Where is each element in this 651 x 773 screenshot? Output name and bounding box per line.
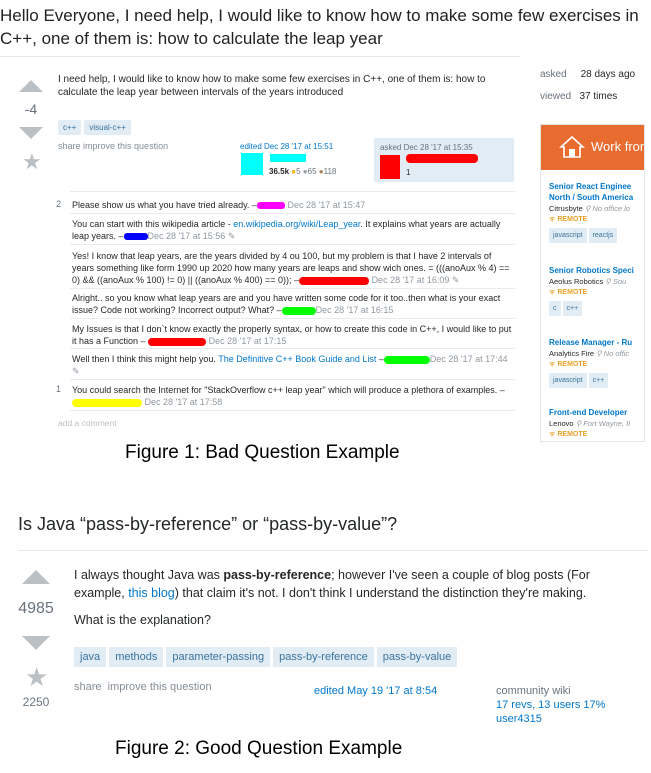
job-listing[interactable]: Senior Robotics Speci Aeolus Robotics ⚲ … <box>549 265 644 316</box>
comment-divider <box>70 379 515 380</box>
favorite-star-icon[interactable]: ★ <box>22 151 42 173</box>
tag[interactable]: parameter-passing <box>166 647 271 667</box>
comment-votes: 2 <box>56 199 62 209</box>
comment-divider <box>70 213 515 214</box>
question-title[interactable]: Is Java “pass-by-reference” or “pass-by-… <box>18 514 397 535</box>
question-body-question: What is the explanation? <box>74 613 211 627</box>
tag[interactable]: visual-c++ <box>84 120 131 135</box>
avatar[interactable] <box>380 155 400 179</box>
comment-divider <box>70 244 515 245</box>
share-link[interactable]: share <box>58 141 81 151</box>
favorite-count: 2250 <box>22 695 50 709</box>
post-menu: share improve this question <box>58 141 168 151</box>
asker-reputation: 1 <box>406 168 411 177</box>
comment: Yes! I know that leap years, are the yea… <box>72 251 510 285</box>
jobs-header[interactable]: Work from <box>541 125 644 170</box>
edited-link[interactable]: edited Dec 28 '17 at 15:51 <box>240 142 333 151</box>
divider <box>0 56 520 57</box>
comment: You can start with this wikipedia articl… <box>72 219 501 241</box>
redacted-username <box>406 154 478 163</box>
comment: Please show us what you have tried alrea… <box>72 200 366 210</box>
revisions-link[interactable]: 17 revs, 13 users 17% <box>496 699 605 711</box>
asker-card: asked Dec 28 '17 at 15:35 1 <box>374 138 514 182</box>
viewed-stat: viewed 37 times <box>540 91 618 102</box>
vote-down-icon[interactable] <box>19 127 43 139</box>
tag[interactable]: pass-by-reference <box>273 647 374 667</box>
question-tags: c++ visual-c++ <box>58 117 134 135</box>
add-comment-link[interactable]: add a comment <box>58 418 117 428</box>
vote-count: -4 <box>24 101 38 117</box>
redacted-username <box>270 154 306 162</box>
vote-count: 4985 <box>18 600 54 617</box>
editor-reputation: 36.5k ●5 ●65 ●118 <box>269 167 337 176</box>
improve-question-link[interactable]: improve this question <box>108 681 212 693</box>
tag[interactable]: methods <box>109 647 164 667</box>
comment-divider <box>70 191 515 192</box>
job-tag[interactable]: c++ <box>562 301 583 316</box>
comment-divider <box>70 288 515 289</box>
blog-link[interactable]: this blog <box>128 586 175 600</box>
tag[interactable]: java <box>74 647 107 667</box>
job-tag[interactable]: reactjs <box>588 228 618 243</box>
question-body: I always thought Java was pass-by-refere… <box>74 568 590 600</box>
job-tag[interactable]: c++ <box>588 373 609 388</box>
comment-link[interactable]: en.wikipedia.org/wiki/Leap_year <box>233 219 360 229</box>
comment-divider <box>70 318 515 319</box>
comment-divider <box>70 348 515 349</box>
question-title[interactable]: Hello Everyone, I need help, I would lik… <box>0 4 645 50</box>
question-tags: java methods parameter-passing pass-by-refe… <box>74 647 460 667</box>
job-listing[interactable]: Front-end Developer Lenovo ⚲ Fort Wayne,… <box>549 407 644 440</box>
job-listing[interactable]: Release Manager - Ru Analytics Fire ⚲ No… <box>549 337 644 388</box>
tag[interactable]: c++ <box>58 120 82 135</box>
user-link[interactable]: user4315 <box>496 713 542 725</box>
vote-up-icon[interactable] <box>22 570 50 584</box>
job-tag[interactable]: c <box>549 301 561 316</box>
question-body: I need help, I would like to know how to… <box>58 74 486 98</box>
divider <box>18 550 648 551</box>
comment: Well then I think this might help you. T… <box>72 354 508 376</box>
share-link[interactable]: share <box>74 681 102 693</box>
comment: My Issues is that I don`t know exactly t… <box>72 324 512 346</box>
job-tag[interactable]: javascript <box>549 228 587 243</box>
favorite-star-icon[interactable]: ★ <box>25 664 48 690</box>
comment: Alright.. so you know what leap years ar… <box>72 293 501 315</box>
asked-stat: asked 28 days ago <box>540 69 636 80</box>
job-tag[interactable]: javascript <box>549 373 587 388</box>
improve-question-link[interactable]: improve this question <box>83 141 168 151</box>
comment-votes: 1 <box>56 384 62 394</box>
figure-caption: Figure 1: Bad Question Example <box>125 442 400 463</box>
figure-caption: Figure 2: Good Question Example <box>115 738 403 759</box>
edited-link[interactable]: edited May 19 '17 at 8:54 <box>314 685 437 697</box>
jobs-sidebar: Work from Senior React Enginee North / S… <box>540 124 645 442</box>
comment-divider <box>70 410 515 411</box>
vote-down-icon[interactable] <box>22 636 50 650</box>
comment: You could search the Internet for "Stack… <box>72 385 505 407</box>
tag[interactable]: pass-by-value <box>376 647 458 667</box>
community-wiki: community wiki 17 revs, 13 users 17% use… <box>496 685 606 725</box>
asked-time: asked Dec 28 '17 at 15:35 <box>380 143 473 152</box>
vote-up-icon[interactable] <box>19 80 43 92</box>
house-icon <box>559 135 585 158</box>
job-listing[interactable]: Senior React Enginee North / South Ameri… <box>549 181 644 243</box>
comment-link[interactable]: The Definitive C++ Book Guide and List <box>218 354 376 364</box>
post-menu: share improve this question <box>74 681 212 693</box>
avatar[interactable] <box>241 153 263 175</box>
